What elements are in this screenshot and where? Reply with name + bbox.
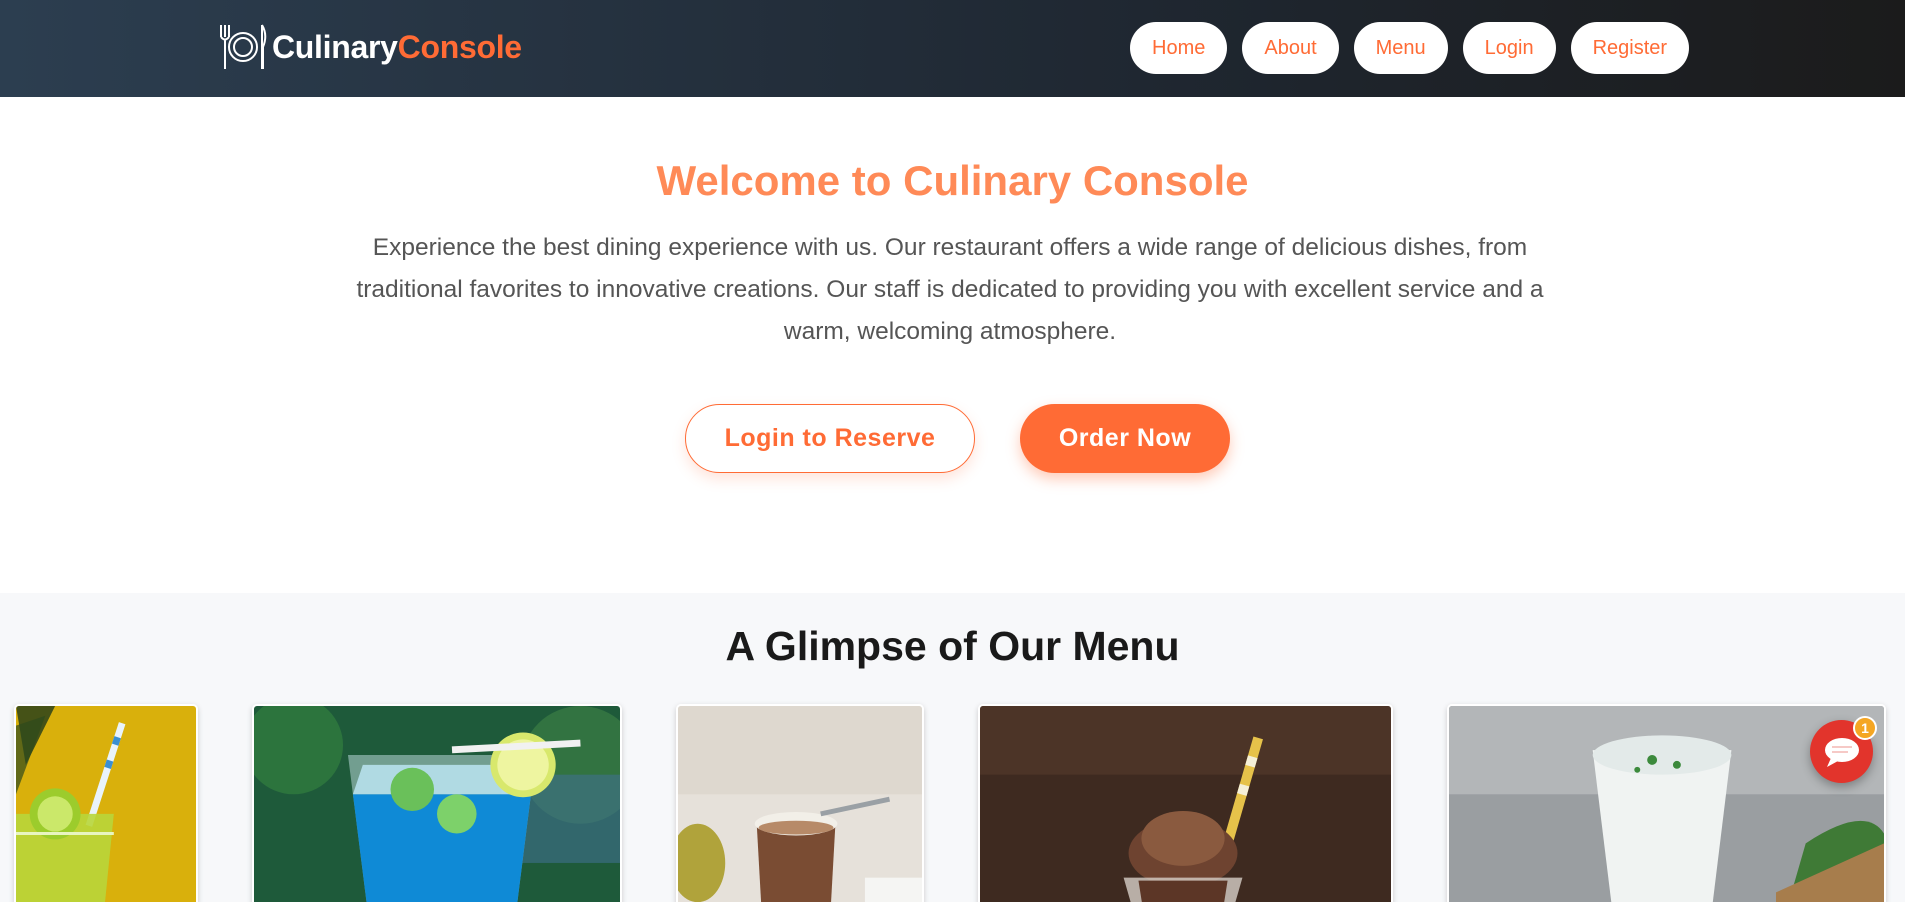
chat-bubble-icon [1824,737,1859,767]
chocolate-shake-image [678,706,922,902]
nav-login[interactable]: Login [1462,22,1556,74]
main-nav: Home About Menu Login Register [1130,22,1690,74]
nav-register[interactable]: Register [1570,22,1690,74]
hero-buttons: Login to Reserve Order Now [0,404,1905,473]
chocolate-frappe-image [980,706,1391,902]
menu-glimpse-section: A Glimpse of Our Menu [0,593,1905,902]
nav-home[interactable]: Home [1130,22,1228,74]
hero-section: Welcome to Culinary Console Experience t… [0,97,1905,593]
menu-card-chocolate-shake[interactable] [676,704,924,902]
chat-notification-badge: 1 [1853,716,1877,740]
hero-description: Experience the best dining experience wi… [356,234,1544,345]
menu-card-blue-lagoon[interactable] [252,704,622,902]
brand-logo[interactable]: CulinaryConsole [217,20,522,74]
brand-text-culinary: Culinary [272,28,398,65]
blue-lagoon-image [254,706,620,902]
nav-about[interactable]: About [1242,22,1339,74]
login-to-reserve-button[interactable]: Login to Reserve [685,404,975,473]
menu-glimpse-title: A Glimpse of Our Menu [725,623,1180,669]
nav-menu[interactable]: Menu [1353,22,1448,74]
menu-card-chocolate-frappe[interactable] [978,704,1393,902]
menu-card-lime-drink[interactable] [14,704,198,902]
hero-title: Welcome to Culinary Console [656,157,1249,204]
plate-fork-knife-icon [220,24,267,69]
brand-text-console: Console [397,28,522,65]
lime-drink-image [16,706,196,902]
navbar: CulinaryConsole Home About Menu Login Re… [0,0,1905,97]
order-now-button[interactable]: Order Now [1020,404,1230,473]
